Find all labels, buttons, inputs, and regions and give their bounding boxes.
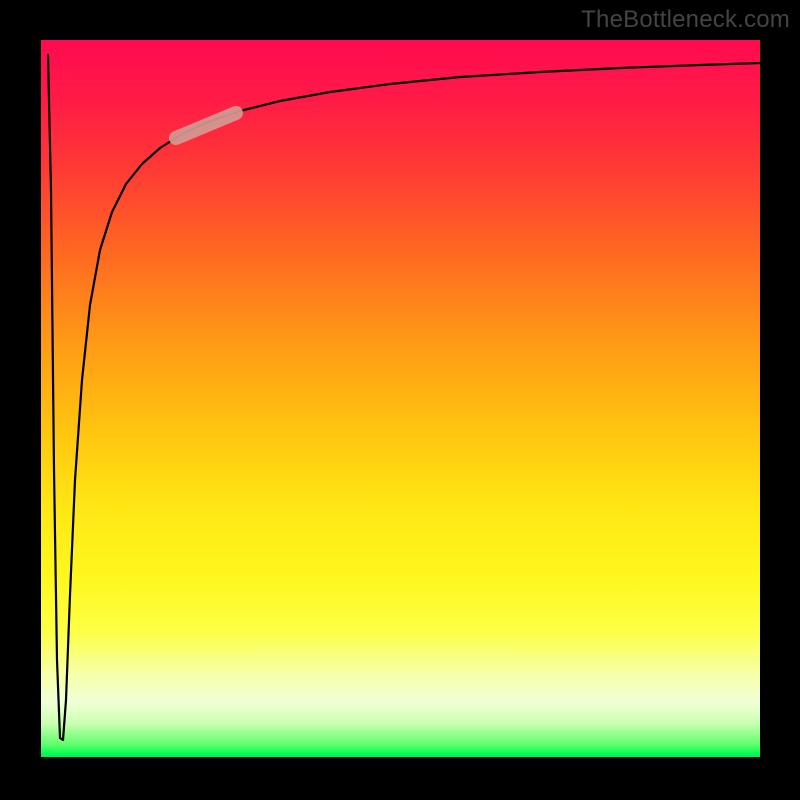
- x-axis: [40, 757, 760, 760]
- chart-container: TheBottleneck.com: [0, 0, 800, 800]
- frame-right: [760, 0, 800, 800]
- y-axis: [38, 40, 41, 760]
- frame-bottom: [0, 760, 800, 800]
- bottleneck-curve: [48, 55, 760, 740]
- curve-layer: [40, 40, 760, 760]
- frame-left: [0, 0, 40, 800]
- watermark-text: TheBottleneck.com: [581, 6, 790, 34]
- highlight-marker: [176, 113, 236, 138]
